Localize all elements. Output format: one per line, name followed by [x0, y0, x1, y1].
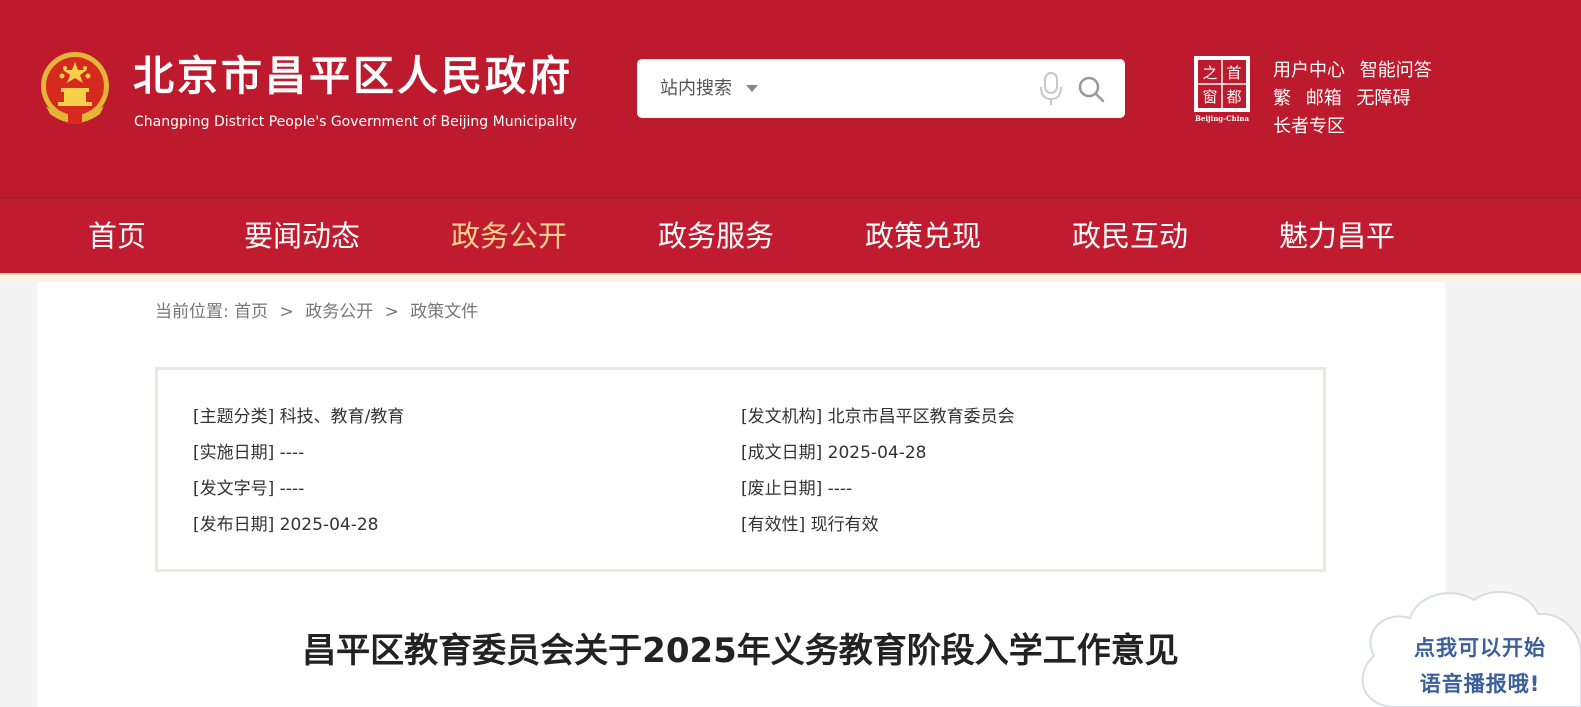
link-elderly-zone[interactable]: 长者专区 — [1273, 116, 1345, 137]
nav-item-services[interactable]: 政务服务 — [658, 199, 774, 274]
nav-item-interaction[interactable]: 政民互动 — [1072, 199, 1188, 274]
nav-item-government-affairs[interactable]: 政务公开 — [451, 199, 567, 274]
link-smart-qa[interactable]: 智能问答 — [1360, 60, 1432, 81]
breadcrumb-item-policy-documents[interactable]: 政策文件 — [410, 302, 478, 322]
meta-validity: [有效性] 现行有效 — [741, 515, 879, 535]
nav-item-policy[interactable]: 政策兑现 — [865, 199, 981, 274]
site-title[interactable]: 北京市昌平区人民政府 — [133, 50, 573, 102]
search-scope-select[interactable]: 站内搜索 — [660, 59, 732, 118]
breadcrumb-separator: > — [279, 302, 294, 322]
capital-window-logo[interactable]: 首 都 之 窗 Beijing-China — [1190, 54, 1254, 124]
meta-topic: [主题分类] 科技、教育/教育 — [193, 407, 405, 427]
meta-effective-date: [实施日期] ---- — [193, 443, 305, 463]
caret-down-icon[interactable] — [746, 85, 758, 92]
main-nav: 首页 要闻动态 政务公开 政务服务 政策兑现 政民互动 魅力昌平 — [0, 198, 1581, 273]
search-icon[interactable] — [1077, 75, 1105, 103]
capital-logo-char-1: 首 — [1226, 64, 1241, 82]
capital-logo-char-3: 之 — [1202, 64, 1217, 82]
search-input[interactable] — [777, 69, 1027, 108]
search-box: 站内搜索 — [637, 59, 1125, 118]
breadcrumb-item-government-affairs[interactable]: 政务公开 — [305, 302, 373, 322]
document-meta-box: [主题分类] 科技、教育/教育 [发文机构] 北京市昌平区教育委员会 [实施日期… — [155, 367, 1326, 572]
voice-line-1: 点我可以开始 — [1414, 636, 1546, 660]
national-emblem-icon[interactable] — [38, 48, 112, 128]
breadcrumb-separator: > — [384, 302, 399, 322]
capital-logo-caption: Beijing-China — [1195, 114, 1250, 123]
site-subtitle: Changping District People's Government o… — [134, 114, 577, 130]
link-user-center[interactable]: 用户中心 — [1273, 60, 1345, 81]
link-mailbox[interactable]: 邮箱 — [1306, 88, 1342, 109]
nav-item-charm-changping[interactable]: 魅力昌平 — [1279, 199, 1395, 274]
nav-item-news[interactable]: 要闻动态 — [244, 199, 360, 274]
header-links: 用户中心 智能问答 繁 邮箱 无障碍 长者专区 — [1273, 57, 1441, 141]
meta-written-date: [成文日期] 2025-04-28 — [741, 443, 927, 463]
link-traditional-chinese[interactable]: 繁 — [1273, 88, 1291, 109]
nav-divider — [0, 273, 1581, 282]
capital-logo-char-2: 都 — [1226, 88, 1241, 106]
header-links-row: 繁 邮箱 无障碍 — [1273, 85, 1441, 113]
meta-publish-date: [发布日期] 2025-04-28 — [193, 515, 379, 535]
microphone-icon[interactable] — [1039, 71, 1063, 107]
nav-item-home[interactable]: 首页 — [88, 199, 146, 274]
breadcrumb-prefix: 当前位置: — [155, 302, 229, 322]
header-links-row: 用户中心 智能问答 — [1273, 57, 1441, 85]
breadcrumb: 当前位置: 首页 > 政务公开 > 政策文件 — [155, 300, 478, 324]
capital-logo-char-4: 窗 — [1202, 88, 1217, 106]
header-links-row: 长者专区 — [1273, 113, 1441, 141]
site-header: 北京市昌平区人民政府 Changping District People's G… — [0, 0, 1581, 198]
meta-repeal-date: [废止日期] ---- — [741, 479, 853, 499]
voice-line-2: 语音播报哦! — [1419, 672, 1541, 696]
meta-doc-number: [发文字号] ---- — [193, 479, 305, 499]
meta-issuer: [发文机构] 北京市昌平区教育委员会 — [741, 407, 1015, 427]
article-title: 昌平区教育委员会关于2025年义务教育阶段入学工作意见 — [302, 631, 1179, 671]
voice-broadcast-text[interactable]: 点我可以开始 语音播报哦! — [1390, 630, 1570, 702]
link-accessibility[interactable]: 无障碍 — [1356, 88, 1410, 109]
breadcrumb-item-home[interactable]: 首页 — [234, 302, 268, 322]
